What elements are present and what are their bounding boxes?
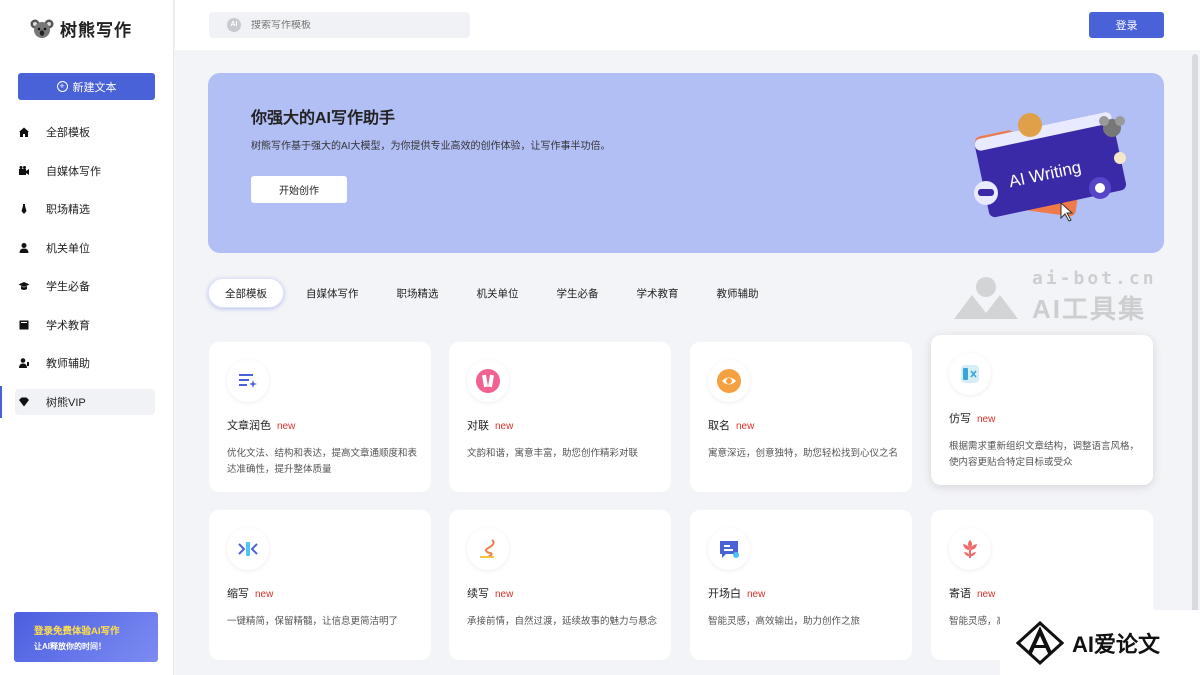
tie-icon xyxy=(21,204,27,215)
card-title: 寄语 new xyxy=(949,588,996,600)
template-card-continue[interactable]: 续写 new 承接前情，自然过渡，延续故事的魅力与悬念 xyxy=(449,510,671,660)
login-promo-banner[interactable]: 登录免费体验AI写作 让AI释放你的时间！ xyxy=(14,612,158,662)
category-tabs: 全部模板 自媒体写作 职场精选 机关单位 学生必备 学术教育 教师辅助 xyxy=(208,278,781,308)
login-button[interactable]: 登录 xyxy=(1089,12,1164,38)
new-badge: new xyxy=(736,421,755,432)
card-title: 对联 new xyxy=(467,420,514,432)
search-box[interactable]: AI xyxy=(209,12,470,38)
watermark-brand: AI爱论文 xyxy=(1072,631,1161,657)
new-badge: new xyxy=(977,589,996,600)
start-writing-button[interactable]: 开始创作 xyxy=(251,176,347,203)
tab-self-media[interactable]: 自媒体写作 xyxy=(290,278,375,308)
sidebar: 树熊写作 + 新建文本 全部模板 自媒体写作 职场精选 机关单位 学生必备 学术… xyxy=(0,0,174,675)
card-title: 开场白 new xyxy=(708,588,766,600)
app-logo[interactable]: 树熊写作 xyxy=(30,16,132,41)
sidebar-item-teacher[interactable]: 教师辅助 xyxy=(0,344,174,383)
template-card-opening[interactable]: 开场白 new 智能灵感，高效输出，助力创作之旅 xyxy=(690,510,912,660)
card-description: 承接前情，自然过渡，延续故事的魅力与悬念 xyxy=(467,616,658,627)
template-card-couplet[interactable]: 对联 new 文韵和谐，寓意丰富，助您创作精彩对联 xyxy=(449,342,671,492)
new-badge: new xyxy=(747,589,766,600)
person-icon xyxy=(19,242,29,253)
card-description: 优化文法、结构和表达，提高文章通顺度和表达准确性，提升整体质量 xyxy=(227,448,418,475)
top-bar: AI 登录 xyxy=(175,0,1200,50)
tab-academic[interactable]: 学术教育 xyxy=(621,278,695,308)
new-badge: new xyxy=(277,421,296,432)
tab-all-templates[interactable]: 全部模板 xyxy=(208,278,284,308)
new-badge: new xyxy=(495,421,514,432)
template-card-polish[interactable]: 文章润色 new 优化文法、结构和表达，提高文章通顺度和表达准确性，提升整体质量 xyxy=(209,342,431,492)
sidebar-item-label: 自媒体写作 xyxy=(46,165,101,178)
tab-government[interactable]: 机关单位 xyxy=(461,278,535,308)
imitate-icon xyxy=(949,353,991,395)
tab-workplace[interactable]: 职场精选 xyxy=(381,278,455,308)
teacher-icon xyxy=(19,358,29,369)
card-description: 寓意深远，创意独特，助您轻松找到心仪之名 xyxy=(708,448,899,459)
app-name: 树熊写作 xyxy=(60,21,132,40)
card-description: 一键精简，保留精髓，让信息更简洁明了 xyxy=(227,616,399,627)
card-title: 续写 new xyxy=(467,588,514,600)
watermark-brand-icon xyxy=(1016,620,1064,665)
tab-student[interactable]: 学生必备 xyxy=(541,278,615,308)
sidebar-item-all-templates[interactable]: 全部模板 xyxy=(0,113,174,152)
card-description: 智能灵感，高效输出，助力创作之旅 xyxy=(708,616,861,627)
card-title: 取名 new xyxy=(708,420,755,432)
scrollbar[interactable] xyxy=(1192,54,1198,660)
sidebar-item-vip[interactable]: 树熊VIP xyxy=(0,385,155,418)
sidebar-item-self-media[interactable]: 自媒体写作 xyxy=(0,152,174,191)
hero-subtitle: 树熊写作基于强大的AI大模型，为你提供专业高效的创作体验，让写作事半功倍。 xyxy=(251,141,611,152)
watermark-tool: AI工具集 xyxy=(1032,294,1147,324)
watermark-logo-icon xyxy=(954,277,1018,319)
template-card-imitate[interactable]: 仿写 new 根据需求重新组织文章结构，调整语言风格，使内容更贴合特定目标或受众 xyxy=(931,335,1153,485)
video-icon xyxy=(19,165,29,175)
polish-icon xyxy=(227,360,269,402)
sidebar-item-label: 教师辅助 xyxy=(46,358,90,371)
home-icon xyxy=(19,127,29,138)
card-title: 仿写 new xyxy=(949,413,996,425)
sidebar-item-label: 树熊VIP xyxy=(46,396,86,409)
watermark-site: ai-bot.cn xyxy=(1032,268,1157,289)
tab-teacher[interactable]: 教师辅助 xyxy=(701,278,775,308)
diamond-icon xyxy=(19,397,29,406)
hero-title: 你强大的AI写作助手 xyxy=(251,110,396,127)
hero-banner: 你强大的AI写作助手 树熊写作基于强大的AI大模型，为你提供专业高效的创作体验，… xyxy=(208,73,1164,253)
new-badge: new xyxy=(255,589,274,600)
continue-icon xyxy=(467,528,509,570)
new-badge: new xyxy=(495,589,514,600)
new-text-button[interactable]: + 新建文本 xyxy=(18,73,155,100)
new-text-label: 新建文本 xyxy=(72,81,117,94)
sidebar-item-workplace[interactable]: 职场精选 xyxy=(0,190,174,229)
flower-icon xyxy=(949,528,991,570)
sidebar-item-label: 学生必备 xyxy=(46,281,90,294)
template-card-abbreviate[interactable]: 缩写 new 一键精简，保留精髓，让信息更简洁明了 xyxy=(209,510,431,660)
sidebar-item-label: 机关单位 xyxy=(46,242,90,255)
ai-search-icon: AI xyxy=(227,18,241,32)
sidebar-item-government[interactable]: 机关单位 xyxy=(0,229,174,268)
sidebar-nav: 全部模板 自媒体写作 职场精选 机关单位 学生必备 学术教育 教师辅助 树熊VI… xyxy=(0,113,174,418)
sidebar-item-student[interactable]: 学生必备 xyxy=(0,267,174,306)
student-cap-icon xyxy=(18,282,30,291)
plus-circle-icon: + xyxy=(56,81,68,92)
promo-line1: 登录免费体验AI写作 xyxy=(34,625,120,637)
couplet-icon xyxy=(467,360,509,402)
search-input[interactable] xyxy=(251,19,451,31)
watermark-ai-aiwen: AI爱论文 xyxy=(1000,610,1200,675)
abbreviate-icon xyxy=(227,528,269,570)
card-description: 文韵和谐，寓意丰富，助您创作精彩对联 xyxy=(467,448,639,459)
sidebar-item-academic[interactable]: 学术教育 xyxy=(0,306,174,345)
book-icon xyxy=(19,320,29,330)
card-title: 缩写 new xyxy=(227,588,274,600)
card-title: 文章润色 new xyxy=(227,420,296,432)
card-description: 根据需求重新组织文章结构，调整语言风格，使内容更贴合特定目标或受众 xyxy=(949,441,1140,468)
sidebar-item-label: 学术教育 xyxy=(46,319,90,332)
opening-icon xyxy=(708,528,750,570)
new-badge: new xyxy=(977,414,996,425)
ai-writing-illustration: AI Writing xyxy=(974,111,1127,222)
promo-line2: 让AI释放你的时间！ xyxy=(34,641,106,651)
koala-logo-icon xyxy=(30,19,54,38)
sidebar-item-label: 职场精选 xyxy=(46,204,90,217)
naming-icon xyxy=(708,360,750,402)
template-card-naming[interactable]: 取名 new 寓意深远，创意独特，助您轻松找到心仪之名 xyxy=(690,342,912,492)
sidebar-item-label: 全部模板 xyxy=(46,127,90,140)
watermark-ai-bot: ai-bot.cn AI工具集 xyxy=(950,268,1157,326)
